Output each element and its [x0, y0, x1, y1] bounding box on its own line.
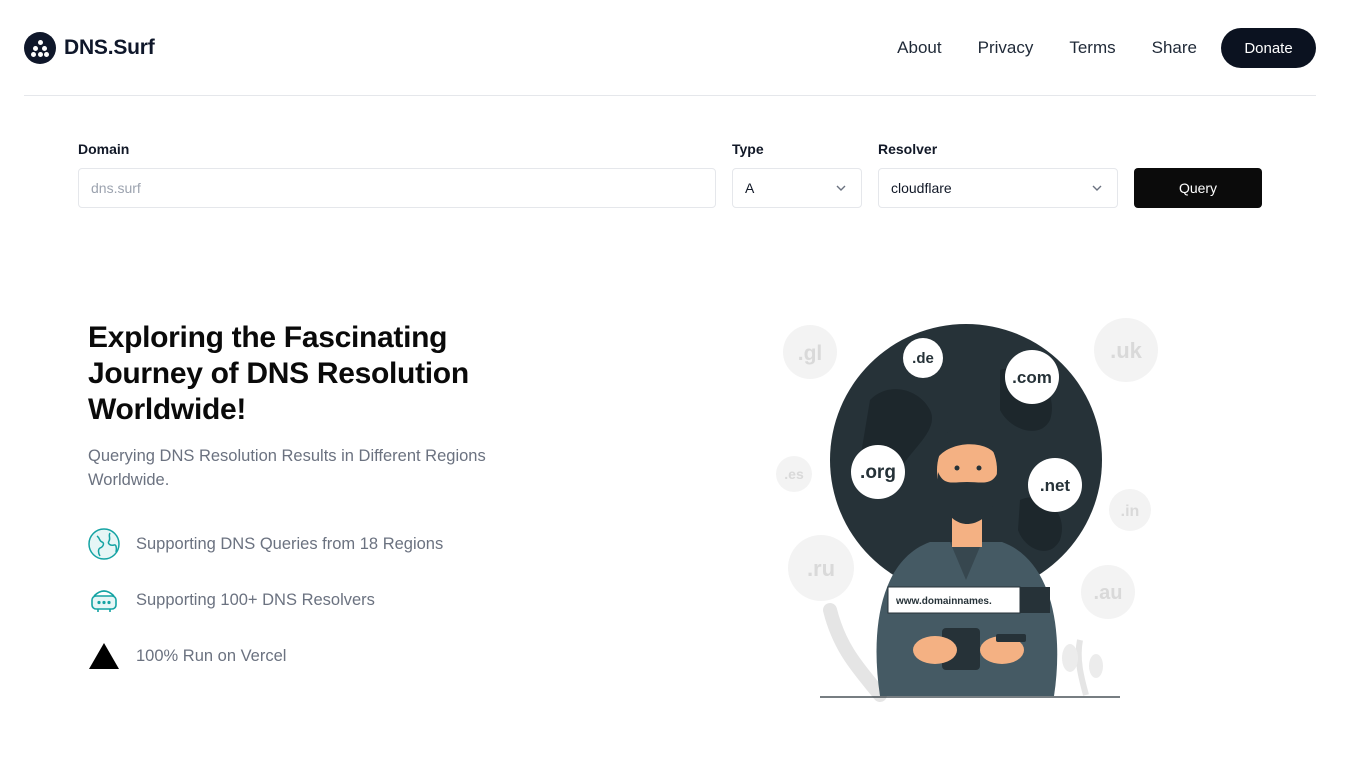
svg-text:.ru: .ru: [807, 556, 835, 581]
globe-icon: [88, 528, 120, 560]
svg-text:.uk: .uk: [1110, 338, 1143, 363]
tld-bubble-de: .de: [903, 338, 943, 378]
svg-text:.net: .net: [1040, 476, 1071, 495]
svg-text:.au: .au: [1094, 582, 1123, 604]
logo-dots-icon: [24, 32, 56, 64]
feature-resolvers-text: Supporting 100+ DNS Resolvers: [136, 590, 375, 609]
feature-resolvers: Supporting 100+ DNS Resolvers: [88, 584, 375, 616]
tld-bubble-gl: .gl: [783, 325, 837, 379]
nav-share[interactable]: Share: [1152, 38, 1197, 58]
vercel-triangle-icon: [88, 640, 120, 672]
type-select-value: A: [745, 180, 755, 196]
resolver-select-value: cloudflare: [891, 180, 952, 196]
resolver-select[interactable]: cloudflare: [878, 168, 1118, 208]
hero-subtitle: Querying DNS Resolution Results in Diffe…: [88, 447, 486, 489]
svg-text:.es: .es: [784, 466, 804, 482]
feature-vercel-text: 100% Run on Vercel: [136, 646, 287, 665]
chevron-down-icon: [836, 185, 846, 191]
resolver-label: Resolver: [878, 141, 938, 157]
svg-text:.org: .org: [860, 462, 896, 483]
hero-title: Exploring the Fascinating Journey of DNS…: [88, 321, 469, 426]
site-header: DNS.Surf About Privacy Terms Share Donat…: [24, 0, 1316, 96]
chevron-down-icon: [1092, 185, 1102, 191]
feature-regions: Supporting DNS Queries from 18 Regions: [88, 528, 443, 560]
svg-text:.de: .de: [912, 350, 934, 367]
brand-logo[interactable]: DNS.Surf: [24, 32, 155, 64]
tld-bubble-in: .in: [1109, 489, 1151, 531]
dns-illustration: .gl .uk .es .in .ru .au .de .com .org .n…: [776, 318, 1158, 702]
type-select[interactable]: A: [732, 168, 862, 208]
tld-bubble-ru: .ru: [788, 535, 854, 601]
top-nav: About Privacy Terms Share Donate: [897, 28, 1316, 68]
feature-vercel: 100% Run on Vercel: [88, 640, 286, 672]
domain-input[interactable]: [91, 180, 715, 196]
tld-bubble-es: .es: [776, 456, 812, 492]
tld-bubble-com: .com: [1005, 350, 1059, 404]
tld-bubble-net: .net: [1028, 458, 1082, 512]
tld-bubble-uk: .uk: [1094, 318, 1158, 382]
type-label: Type: [732, 141, 764, 157]
svg-text:.com: .com: [1012, 368, 1052, 387]
sign-text: www.domainnames.: [895, 596, 992, 607]
donate-button[interactable]: Donate: [1221, 28, 1316, 68]
domain-field-wrapper: [78, 168, 716, 208]
feature-regions-text: Supporting DNS Queries from 18 Regions: [136, 534, 444, 553]
tld-bubble-au: .au: [1081, 565, 1135, 619]
domain-label: Domain: [78, 141, 130, 157]
svg-text:.gl: .gl: [798, 342, 823, 365]
nav-about[interactable]: About: [897, 38, 941, 58]
query-button[interactable]: Query: [1134, 168, 1262, 208]
brand-name: DNS.Surf: [64, 36, 155, 59]
nav-privacy[interactable]: Privacy: [978, 38, 1034, 58]
router-icon: [88, 584, 120, 616]
tld-bubble-org: .org: [851, 445, 905, 499]
nav-terms[interactable]: Terms: [1069, 38, 1115, 58]
svg-text:.in: .in: [1121, 503, 1140, 520]
